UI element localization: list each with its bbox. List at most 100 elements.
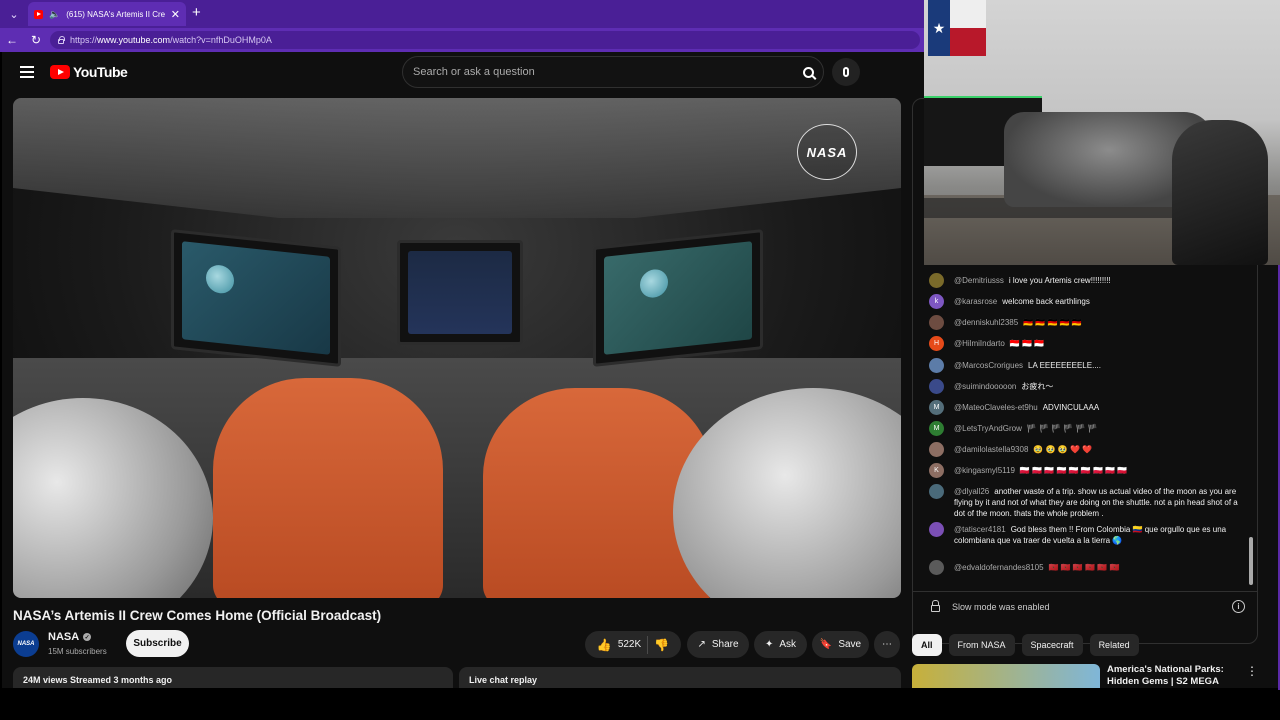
chat-author[interactable]: @edvaldofernandes8105 (954, 563, 1044, 572)
chat-message-body: @denniskuhl2385 🇩🇪 🇩🇪 🇩🇪 🇩🇪 🇩🇪 (954, 317, 1082, 330)
speaker-icon[interactable]: 🔈 (49, 9, 60, 20)
chat-avatar[interactable]: K (929, 463, 944, 478)
description-box[interactable]: 24M views Streamed 3 months ago (13, 667, 453, 688)
chat-avatar[interactable] (929, 273, 944, 288)
chat-text: welcome back earthlings (1002, 297, 1090, 306)
chat-avatar[interactable] (929, 560, 944, 575)
chat-author[interactable]: @denniskuhl2385 (954, 318, 1018, 327)
chip-from-nasa[interactable]: From NASA (948, 634, 1015, 656)
recommended-video-title[interactable]: America's National Parks: Hidden Gems | … (1107, 664, 1227, 688)
like-separator (647, 635, 649, 654)
chat-author[interactable]: @MateoClaveles-et9hu (954, 403, 1038, 412)
new-tab-button[interactable]: + (192, 4, 201, 22)
chat-avatar[interactable] (929, 358, 944, 373)
more-actions-button[interactable]: ⋯ (874, 631, 900, 658)
search-input[interactable]: Search or ask a question (402, 56, 824, 88)
youtube-logo[interactable]: YouTube (50, 64, 128, 80)
chat-avatar[interactable] (929, 484, 944, 499)
chat-message-list[interactable]: @Demitriusss i love you Artemis crew!!!!!… (913, 261, 1243, 581)
like-count[interactable]: 522K (618, 639, 641, 650)
browser-tab-active[interactable]: 🔈 (615) NASA's Artemis II Crew Comes Hom… (28, 2, 186, 26)
chat-message-body: @karasrose welcome back earthlings (954, 296, 1090, 309)
chat-author[interactable]: @suimindooooon (954, 382, 1016, 391)
chat-message-body: @kingasmyl5119 🇵🇱 🇵🇱 🇵🇱 🇵🇱 🇵🇱 🇵🇱 🇵🇱 🇵🇱 🇵🇱 (954, 465, 1127, 478)
subscribe-button[interactable]: Subscribe (126, 630, 189, 657)
like-icon[interactable]: 👍 (597, 638, 612, 652)
chat-message-body: @Demitriusss i love you Artemis crew!!!!!… (954, 275, 1111, 288)
search-placeholder: Search or ask a question (413, 66, 535, 78)
dislike-icon[interactable]: 👎 (654, 638, 669, 652)
chat-avatar[interactable]: M (929, 400, 944, 415)
chat-avatar[interactable]: k (929, 294, 944, 309)
save-button[interactable]: 🔖 Save (812, 631, 869, 658)
chat-message-body: @MateoClaveles-et9hu ADVINCULAAA (954, 402, 1099, 415)
chat-message-body: @LetsTryAndGrow 🏴 🏴 🏴 🏴 🏴 🏴 (954, 423, 1098, 436)
reload-icon[interactable]: ↻ (28, 32, 44, 48)
chat-avatar[interactable] (929, 379, 944, 394)
verified-check-icon: ✓ (83, 633, 92, 641)
chat-author[interactable]: @Demitriusss (954, 276, 1004, 285)
ask-label: Ask (779, 639, 797, 650)
cockpit-ceiling (13, 98, 901, 218)
chat-message: @denniskuhl2385 🇩🇪 🇩🇪 🇩🇪 🇩🇪 🇩🇪 (929, 315, 1239, 330)
recommendation-menu-icon[interactable]: ⋮ (1246, 664, 1258, 678)
chat-author[interactable]: @HilmiIndarto (954, 339, 1005, 348)
tab-list-chevron-icon[interactable]: ⌄ (4, 4, 24, 24)
chip-all[interactable]: All (912, 634, 942, 656)
chat-text: 🏴 🏴 🏴 🏴 🏴 🏴 (1026, 424, 1098, 433)
share-label: Share (711, 639, 739, 650)
url-field[interactable]: https://www.youtube.com/watch?v=nfhDuOHM… (50, 31, 920, 49)
chat-message: M @MateoClaveles-et9hu ADVINCULAAA (929, 400, 1239, 415)
chat-avatar[interactable] (929, 522, 944, 537)
slow-mode-text: Slow mode was enabled (952, 601, 1050, 612)
chat-message-body: @MarcosCrorigues LA EEEEEEEELE.... (954, 360, 1101, 373)
chat-scrollbar[interactable] (1249, 537, 1253, 585)
chat-message-body: @suimindooooon お疲れ～ (954, 381, 1053, 394)
chat-message-body: @dlyall26 another waste of a trip. show u… (954, 486, 1239, 519)
chat-author[interactable]: @kingasmyl5119 (954, 466, 1015, 475)
astronaut-left (213, 378, 443, 598)
webcam-overlay: ★ (924, 0, 1280, 265)
info-icon[interactable]: i (1232, 600, 1245, 613)
chat-text: お疲れ～ (1021, 382, 1054, 391)
chip-related[interactable]: Related (1089, 634, 1139, 656)
recommended-video-thumbnail[interactable] (912, 664, 1100, 688)
share-button[interactable]: ↗ Share (687, 631, 749, 658)
back-arrow-icon[interactable]: ← (4, 32, 20, 48)
voice-search-button[interactable] (832, 58, 860, 86)
chat-author[interactable]: @dlyall26 (954, 487, 989, 496)
channel-avatar[interactable]: NASA (13, 631, 39, 657)
chip-spacecraft[interactable]: Spacecraft (1021, 634, 1083, 656)
channel-name[interactable]: NASA ✓ (48, 631, 92, 643)
chat-message: @dlyall26 another waste of a trip. show u… (929, 484, 1239, 519)
chat-avatar[interactable] (929, 315, 944, 330)
chat-avatar[interactable]: M (929, 421, 944, 436)
chat-message: @edvaldofernandes8105 🇲🇦 🇲🇦 🇲🇦 🇲🇦 🇲🇦 🇲🇦 (929, 560, 1239, 575)
url-path: /watch?v=nfhDuOHMp0A (170, 35, 272, 45)
microphone-icon (843, 67, 849, 77)
chat-avatar[interactable]: H (929, 336, 944, 351)
chat-avatar[interactable] (929, 442, 944, 457)
search-button[interactable] (796, 60, 820, 84)
live-chat-replay-label: Live chat replay (469, 675, 538, 685)
chat-author[interactable]: @MarcosCrorigues (954, 361, 1023, 370)
chat-author[interactable]: @karasrose (954, 297, 997, 306)
more-icon: ⋯ (882, 639, 892, 650)
chat-author[interactable]: @damilolastella9308 (954, 445, 1028, 454)
chat-author[interactable]: @LetsTryAndGrow (954, 424, 1022, 433)
lock-icon (58, 35, 65, 44)
menu-icon[interactable] (20, 66, 34, 78)
search-icon (802, 66, 814, 78)
ask-button[interactable]: ✦ Ask (754, 631, 807, 658)
url-host: www.youtube.com (97, 35, 171, 45)
recommendation-filter-chips: All From NASA Spacecraft Related (912, 634, 1139, 656)
like-dislike-group: 👍 522K 👎 (585, 631, 681, 658)
chat-message-body: @tatiscer4181 God bless them !! From Colo… (954, 524, 1239, 546)
live-chat-replay-box[interactable]: Live chat replay (459, 667, 901, 688)
tab-title: (615) NASA's Artemis II Crew Comes Home (66, 9, 165, 19)
video-player[interactable]: NASA (13, 98, 901, 598)
chat-message: @MarcosCrorigues LA EEEEEEEELE.... (929, 358, 1239, 373)
chat-text: 🇮🇩 🇮🇩 🇮🇩 (1009, 339, 1045, 348)
chat-author[interactable]: @tatiscer4181 (954, 525, 1006, 534)
close-tab-icon[interactable]: ✕ (171, 8, 180, 21)
